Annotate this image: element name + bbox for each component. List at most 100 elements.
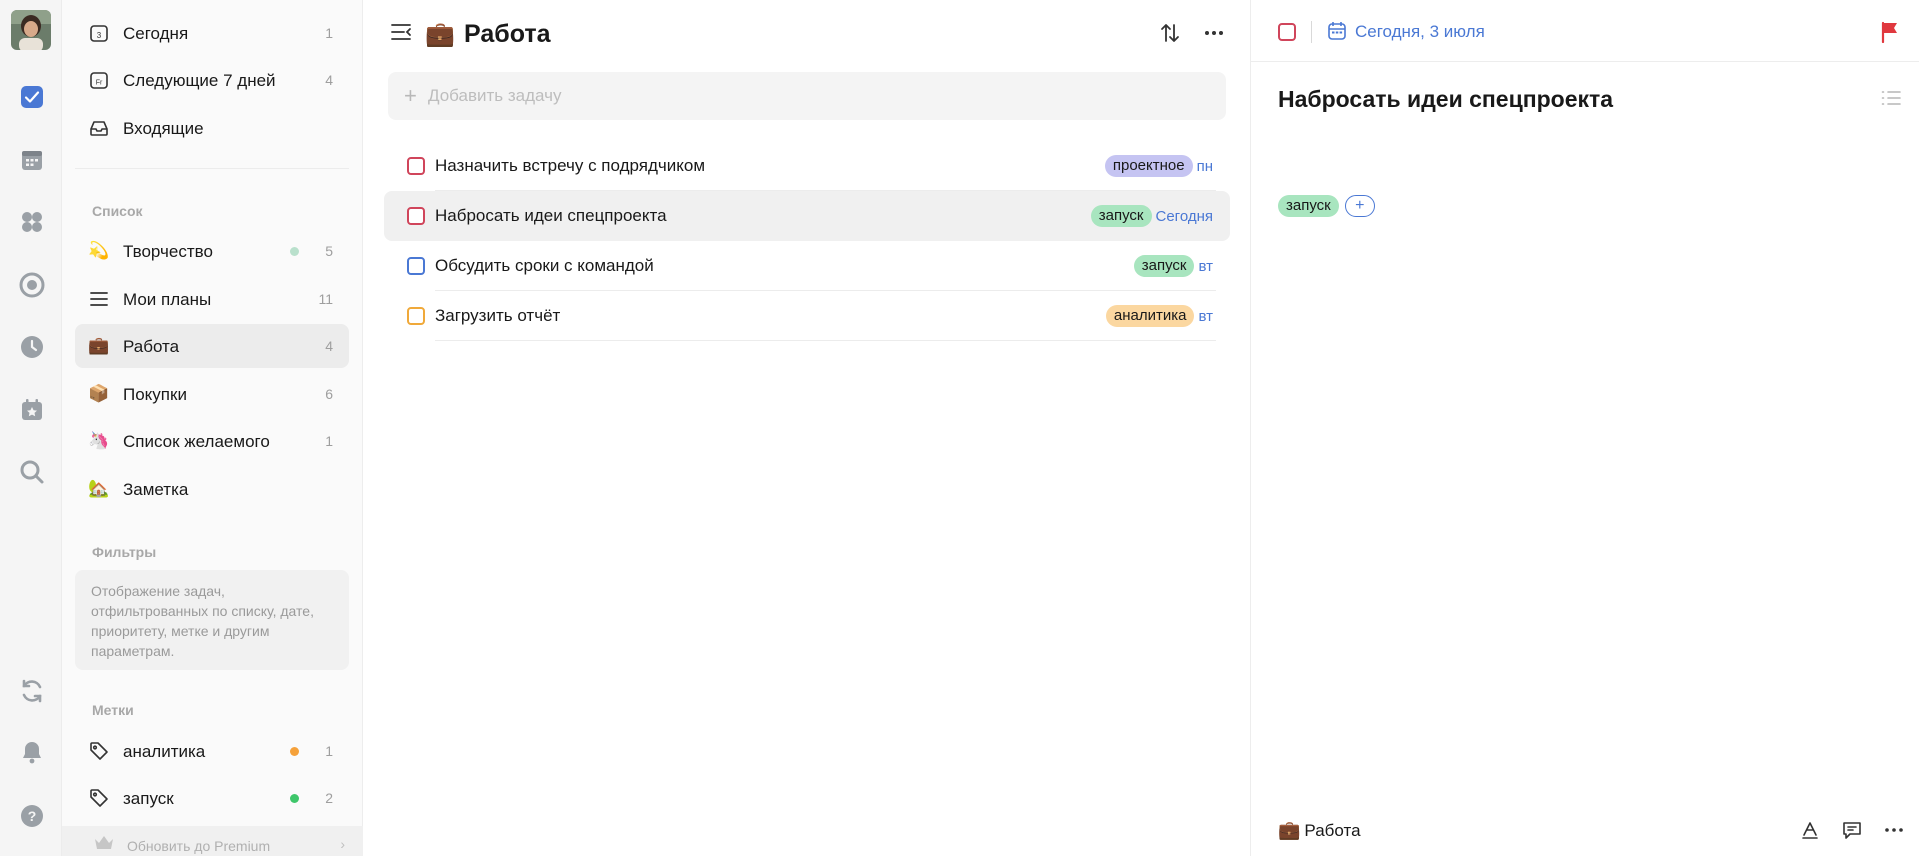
icon-rail: ?	[0, 0, 62, 856]
task-meta: аналитика вт	[1105, 305, 1213, 327]
sidebar-item-count: 1	[325, 25, 333, 41]
more-options-icon[interactable]	[1203, 22, 1225, 49]
chevron-right-icon: ›	[340, 836, 345, 852]
task-title: Обсудить сроки с командой	[435, 256, 654, 275]
sidebar-item-creativity[interactable]: 💫 Творчество 5	[75, 229, 349, 273]
detail-tags: запуск +	[1278, 195, 1375, 217]
task-due-date[interactable]: пн	[1197, 158, 1213, 175]
filters-heading: Фильтры	[92, 544, 157, 560]
row-divider	[435, 340, 1216, 341]
sidebar-item-next-7-days[interactable]: Fr Следующие 7 дней 4	[75, 58, 349, 102]
sidebar-item-label: аналитика	[123, 742, 206, 761]
sidebar-item-work[interactable]: 💼 Работа 4	[75, 324, 349, 368]
unicorn-emoji-icon: 🦄	[88, 431, 110, 450]
header-divider	[1311, 21, 1312, 43]
task-checkbox[interactable]	[407, 207, 425, 225]
due-date-button[interactable]: Сегодня, 3 июля	[1355, 22, 1485, 42]
tags-heading: Метки	[92, 702, 134, 718]
tag-color-dot	[290, 794, 299, 803]
sidebar-item-count: 4	[325, 72, 333, 88]
priority-flag-icon[interactable]	[1880, 21, 1900, 48]
list-lines-icon	[89, 289, 109, 309]
search-icon[interactable]	[19, 459, 45, 485]
habit-calendar-icon[interactable]	[19, 397, 45, 423]
sidebar-item-count: 4	[325, 338, 333, 354]
tag-color-dot	[290, 747, 299, 756]
add-task-bar[interactable]: +	[388, 72, 1226, 120]
sidebar-item-note[interactable]: 🏡 Заметка	[75, 467, 349, 511]
task-row-selected[interactable]: Набросать идеи спецпроекта запуск Сегодн…	[384, 191, 1230, 241]
task-due-date[interactable]: вт	[1198, 308, 1213, 325]
sidebar-toggle-icon[interactable]	[390, 22, 412, 47]
help-icon[interactable]: ?	[19, 803, 45, 829]
sidebar-item-label: Следующие 7 дней	[123, 71, 276, 90]
task-tag[interactable]: аналитика	[1105, 305, 1195, 327]
sidebar-item-label: запуск	[123, 789, 174, 808]
sync-icon[interactable]	[19, 678, 45, 704]
calendar-icon[interactable]	[1327, 21, 1347, 46]
detail-task-title[interactable]: Набросать идеи спецпроекта	[1278, 86, 1613, 113]
briefcase-emoji-icon: 💼	[1278, 820, 1301, 840]
upgrade-premium-button[interactable]: Обновить до Premium ›	[62, 826, 363, 856]
task-due-date[interactable]: Сегодня	[1156, 208, 1214, 225]
checklist-icon[interactable]	[1881, 88, 1901, 113]
detail-task-checkbox[interactable]	[1278, 23, 1296, 41]
task-checkbox[interactable]	[407, 157, 425, 175]
task-due-date[interactable]: вт	[1198, 258, 1213, 275]
tag-icon	[89, 741, 109, 761]
svg-text:Fr: Fr	[96, 80, 103, 87]
sidebar-item-label: Творчество	[123, 242, 213, 261]
sidebar-item-label: Список желаемого	[123, 432, 270, 451]
package-emoji-icon: 📦	[88, 384, 110, 403]
sidebar-item-inbox[interactable]: Входящие	[75, 106, 349, 150]
calendar-icon[interactable]	[19, 147, 45, 173]
filters-hint[interactable]: Отображение задач, отфильтрованных по сп…	[75, 570, 349, 670]
task-row[interactable]: Загрузить отчёт аналитика вт	[384, 291, 1230, 341]
sidebar-item-count: 1	[325, 743, 333, 759]
sidebar-tag-analytics[interactable]: аналитика 1	[75, 729, 349, 773]
text-format-icon[interactable]	[1798, 818, 1822, 842]
plus-icon: +	[404, 83, 417, 108]
avatar[interactable]	[11, 10, 51, 50]
sidebar-tag-launch[interactable]: запуск 2	[75, 776, 349, 820]
task-detail-panel: Сегодня, 3 июля Набросать идеи спецпроек…	[1251, 0, 1919, 856]
sidebar-item-wishlist[interactable]: 🦄 Список желаемого 1	[75, 419, 349, 463]
add-tag-button[interactable]: +	[1344, 195, 1375, 217]
detail-header: Сегодня, 3 июля	[1251, 0, 1919, 62]
sidebar-item-my-plans[interactable]: Мои планы 11	[75, 277, 349, 321]
add-task-input[interactable]	[428, 84, 1208, 108]
sidebar-item-today[interactable]: 3 Сегодня 1	[75, 11, 349, 55]
task-tag[interactable]: проектное	[1104, 155, 1193, 177]
crown-icon	[94, 835, 114, 854]
task-checkbox[interactable]	[407, 307, 425, 325]
matrix-icon[interactable]	[19, 209, 45, 235]
sidebar-item-label: Сегодня	[123, 24, 189, 43]
lists-heading: Список	[92, 203, 143, 219]
detail-tag[interactable]: запуск	[1278, 195, 1339, 217]
sort-icon[interactable]	[1159, 22, 1181, 49]
clock-icon[interactable]	[19, 334, 45, 360]
task-tag[interactable]: запуск	[1133, 255, 1195, 277]
sidebar-item-label: Покупки	[123, 385, 187, 404]
inbox-icon	[89, 118, 109, 138]
task-meta: запуск вт	[1133, 255, 1213, 277]
more-options-icon[interactable]	[1882, 818, 1906, 842]
task-check-icon[interactable]	[19, 84, 45, 110]
detail-list-selector[interactable]: 💼 Работа	[1278, 820, 1361, 841]
task-checkbox[interactable]	[407, 257, 425, 275]
focus-icon[interactable]	[19, 272, 45, 298]
house-emoji-icon: 🏡	[88, 479, 110, 498]
task-tag[interactable]: запуск	[1090, 205, 1152, 227]
sidebar-item-label: Мои планы	[123, 290, 212, 309]
calendar-today-icon: 3	[89, 23, 109, 43]
bell-icon[interactable]	[19, 739, 45, 765]
list-header: 💼 Работа	[363, 0, 1251, 68]
comment-icon[interactable]	[1840, 818, 1864, 842]
task-row[interactable]: Назначить встречу с подрядчиком проектно…	[384, 141, 1230, 191]
task-meta: проектное пн	[1104, 155, 1213, 177]
sidebar-item-count: 11	[318, 291, 333, 307]
sidebar-item-shopping[interactable]: 📦 Покупки 6	[75, 372, 349, 416]
sidebar-divider	[75, 168, 349, 169]
sidebar: 3 Сегодня 1 Fr Следующие 7 дней 4 Входящ…	[62, 0, 363, 856]
task-row[interactable]: Обсудить сроки с командой запуск вт	[384, 241, 1230, 291]
